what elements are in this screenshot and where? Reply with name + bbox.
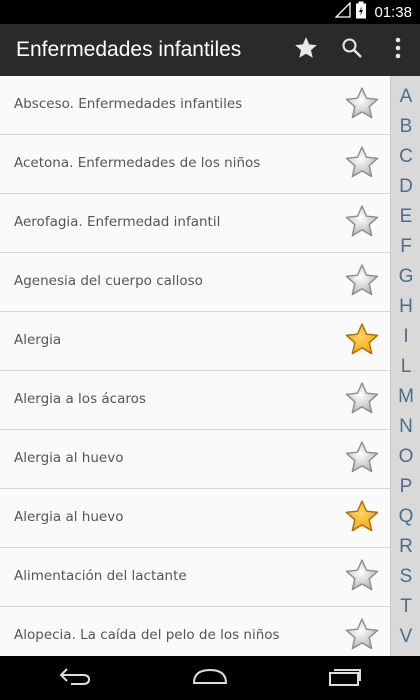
list-item-label: Agenesia del cuerpo calloso xyxy=(14,273,203,289)
list-item-label: Alergia al huevo xyxy=(14,509,124,525)
search-icon xyxy=(340,36,364,64)
search-button[interactable] xyxy=(334,24,370,76)
index-letter[interactable]: L xyxy=(391,356,420,378)
index-letter[interactable]: D xyxy=(391,176,420,198)
list-item-label: Aerofagia. Enfermedad infantil xyxy=(14,214,221,230)
index-letter[interactable]: Q xyxy=(391,506,420,528)
overflow-menu-icon xyxy=(394,37,402,63)
signal-icon xyxy=(334,1,352,22)
index-letter[interactable]: H xyxy=(391,296,420,318)
app-title: Enfermedades infantiles xyxy=(16,38,242,61)
list-item[interactable]: Alergia al huevo xyxy=(0,430,390,489)
back-icon xyxy=(58,666,92,690)
list-item[interactable]: Alopecia. La caída del pelo de los niños xyxy=(0,607,390,656)
favorite-star-icon[interactable] xyxy=(343,203,381,241)
favorite-star-icon[interactable] xyxy=(343,262,381,300)
list-item-label: Alergia xyxy=(14,332,62,348)
list-item-label: Alergia a los ácaros xyxy=(14,391,146,407)
index-letter[interactable]: V xyxy=(391,626,420,648)
disease-list[interactable]: Absceso. Enfermedades infantiles Acetona… xyxy=(0,76,390,656)
index-letter[interactable]: R xyxy=(391,536,420,558)
index-letter[interactable]: N xyxy=(391,416,420,438)
status-icons: 01:38 xyxy=(334,1,412,23)
index-letter[interactable]: S xyxy=(391,566,420,588)
index-letter[interactable]: M xyxy=(391,386,420,408)
favorite-star-icon[interactable] xyxy=(343,557,381,595)
list-item[interactable]: Alergia al huevo xyxy=(0,489,390,548)
list-item[interactable]: Agenesia del cuerpo calloso xyxy=(0,253,390,312)
overflow-menu-button[interactable] xyxy=(380,24,416,76)
recents-icon xyxy=(328,665,362,691)
back-button[interactable] xyxy=(45,660,105,696)
favorite-star-icon[interactable] xyxy=(343,85,381,123)
home-button[interactable] xyxy=(180,660,240,696)
list-item-label: Absceso. Enfermedades infantiles xyxy=(14,96,243,112)
home-icon xyxy=(191,667,229,689)
list-item[interactable]: Alergia xyxy=(0,312,390,371)
index-letter[interactable]: I xyxy=(391,326,420,348)
action-bar: Enfermedades infantiles xyxy=(0,24,420,76)
battery-icon xyxy=(355,1,367,23)
list-item[interactable]: Alimentación del lactante xyxy=(0,548,390,607)
list-item-label: Alergia al huevo xyxy=(14,450,124,466)
list-item[interactable]: Aerofagia. Enfermedad infantil xyxy=(0,194,390,253)
list-item-label: Acetona. Enfermedades de los niños xyxy=(14,155,261,171)
index-letter[interactable]: E xyxy=(391,206,420,228)
index-letter[interactable]: F xyxy=(391,236,420,258)
favorite-star-icon[interactable] xyxy=(343,498,381,536)
index-letter[interactable]: T xyxy=(391,596,420,618)
index-letter[interactable]: A xyxy=(391,86,420,108)
index-letter[interactable]: C xyxy=(391,146,420,168)
recents-button[interactable] xyxy=(315,660,375,696)
status-bar: 01:38 xyxy=(0,0,420,24)
index-letter[interactable]: P xyxy=(391,476,420,498)
list-item-label: Alopecia. La caída del pelo de los niños xyxy=(14,627,280,643)
favorite-star-icon[interactable] xyxy=(343,616,381,654)
index-letter[interactable]: O xyxy=(391,446,420,468)
navigation-bar xyxy=(0,656,420,700)
list-item[interactable]: Alergia a los ácaros xyxy=(0,371,390,430)
list-item[interactable]: Absceso. Enfermedades infantiles xyxy=(0,76,390,135)
favorites-button[interactable] xyxy=(288,24,324,76)
favorite-star-icon[interactable] xyxy=(343,144,381,182)
list-item[interactable]: Acetona. Enfermedades de los niños xyxy=(0,135,390,194)
index-letter[interactable]: G xyxy=(391,266,420,288)
alphabet-index[interactable]: A B C D E F G H I L M N O P Q R S T V xyxy=(390,76,420,656)
list-item-label: Alimentación del lactante xyxy=(14,568,187,584)
index-letter[interactable]: B xyxy=(391,116,420,138)
favorites-star-icon xyxy=(293,35,319,65)
favorite-star-icon[interactable] xyxy=(343,321,381,359)
favorite-star-icon[interactable] xyxy=(343,439,381,477)
favorite-star-icon[interactable] xyxy=(343,380,381,418)
status-time: 01:38 xyxy=(374,3,412,21)
